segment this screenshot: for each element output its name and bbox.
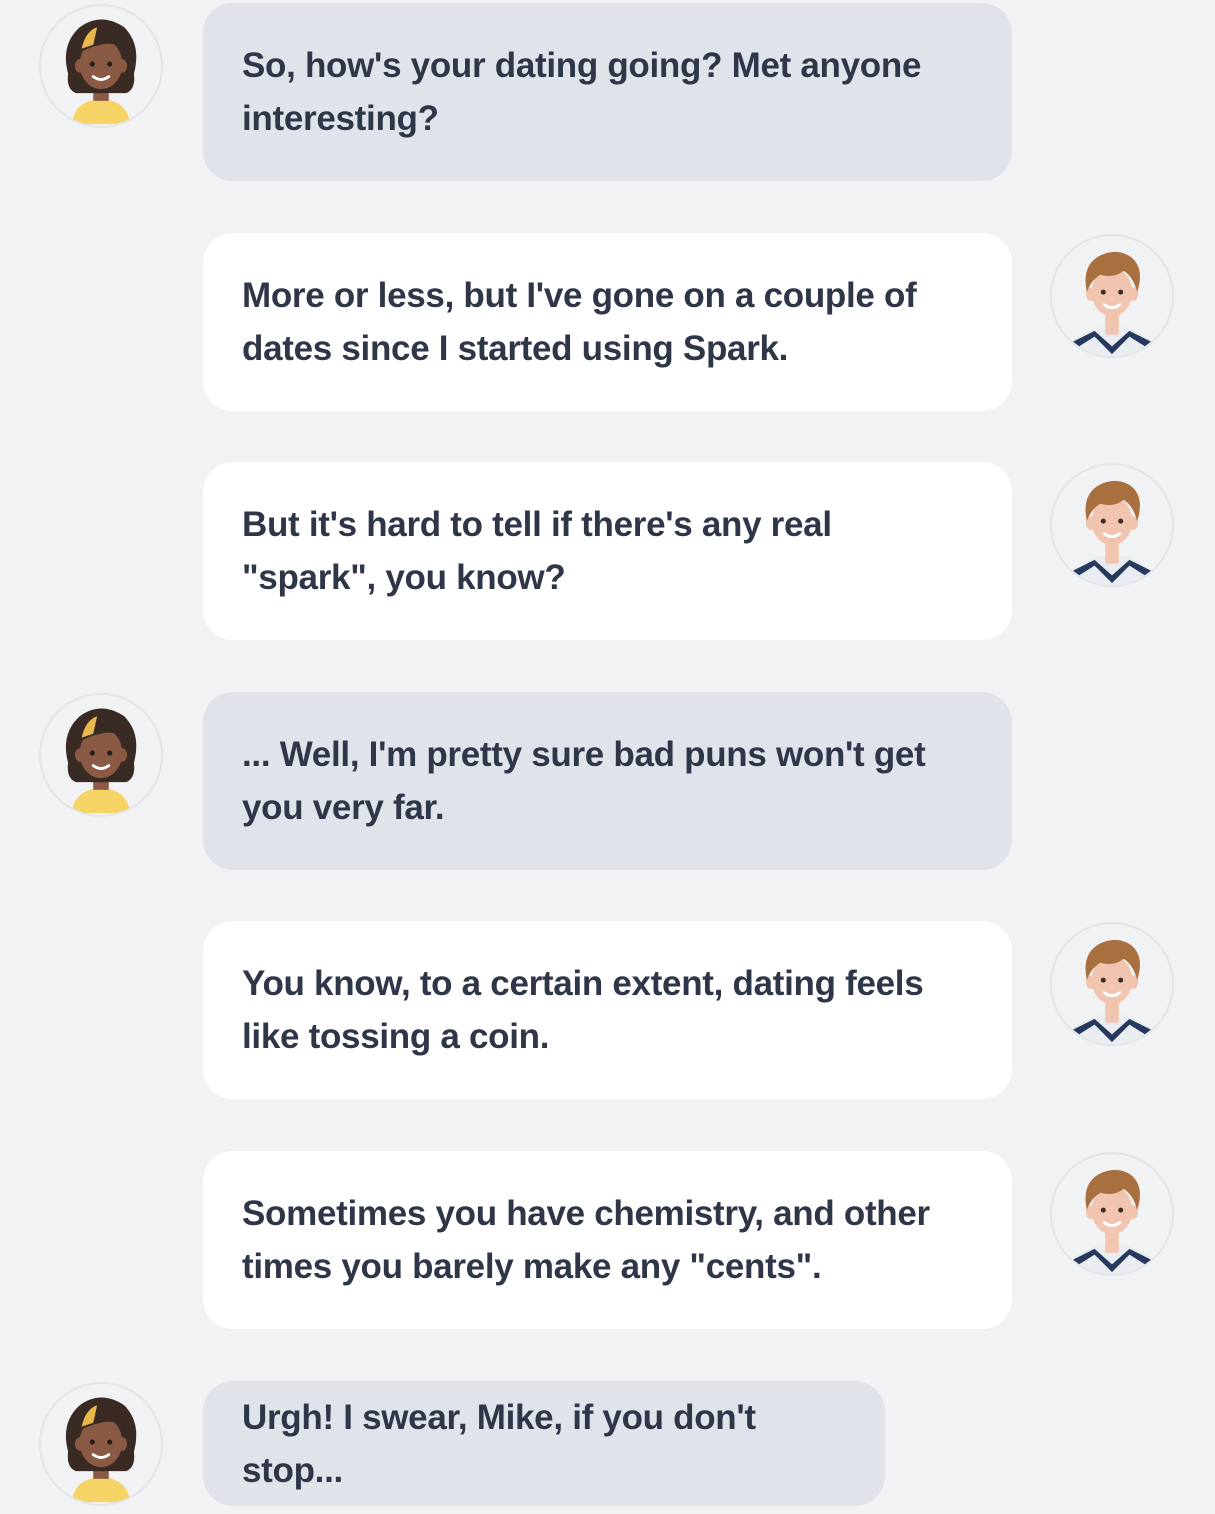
man-avatar-icon [1050, 922, 1174, 1046]
man-avatar-icon [1050, 463, 1174, 587]
message-text: You know, to a certain extent, dating fe… [242, 964, 924, 1056]
message-text: So, how's your dating going? Met anyone … [242, 46, 922, 138]
message-bubble: More or less, but I've gone on a couple … [203, 233, 1012, 411]
message-bubble: But it's hard to tell if there's any rea… [203, 462, 1012, 640]
man-avatar-icon [1050, 1152, 1174, 1276]
message-bubble: So, how's your dating going? Met anyone … [203, 3, 1012, 181]
message-text: More or less, but I've gone on a couple … [242, 276, 917, 368]
woman-avatar-icon [39, 693, 163, 817]
message-text: Sometimes you have chemistry, and other … [242, 1194, 930, 1286]
man-avatar-icon [1050, 234, 1174, 358]
message-bubble: You know, to a certain extent, dating fe… [203, 921, 1012, 1099]
woman-avatar-icon [39, 1382, 163, 1506]
message-bubble: Sometimes you have chemistry, and other … [203, 1151, 1012, 1329]
message-text: ... Well, I'm pretty sure bad puns won't… [242, 735, 926, 827]
message-bubble: ... Well, I'm pretty sure bad puns won't… [203, 692, 1012, 870]
message-bubble: Urgh! I swear, Mike, if you don't stop..… [203, 1381, 885, 1506]
message-text: Urgh! I swear, Mike, if you don't stop..… [242, 1397, 756, 1490]
message-text: But it's hard to tell if there's any rea… [242, 505, 832, 597]
woman-avatar-icon [39, 4, 163, 128]
